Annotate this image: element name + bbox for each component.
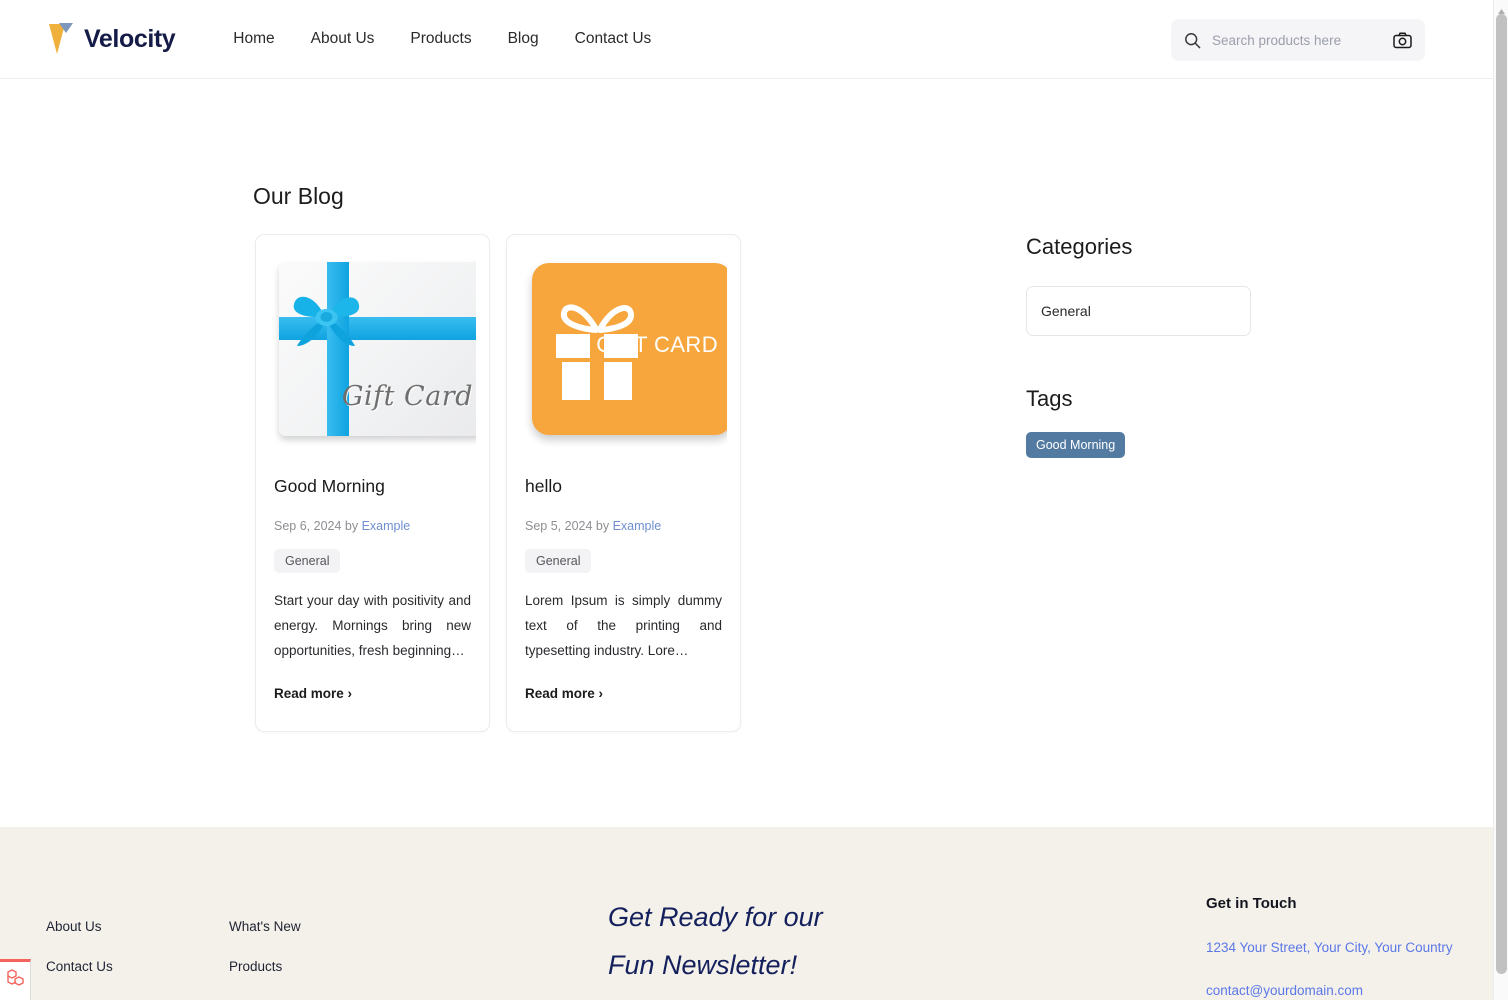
tag-item-good-morning[interactable]: Good Morning (1026, 432, 1126, 458)
post-by-label: by (344, 519, 359, 533)
category-item-general[interactable]: General (1026, 286, 1251, 336)
blog-card-list: Gift Card Good Morning Sep 6, 2024 by Ex… (255, 234, 741, 732)
page-title: Our Blog (253, 183, 344, 209)
scrollbar-thumb[interactable] (1496, 14, 1507, 974)
newsletter-title-line-two: Fun Newsletter! (608, 950, 798, 980)
gift-card-orange-image: GIFT CARD (532, 263, 727, 435)
site-footer: About Us Contact Us Services What's New … (0, 827, 1493, 1000)
post-category-badge[interactable]: General (274, 549, 341, 573)
post-excerpt: Lorem Ipsum is simply dummy text of the … (525, 593, 722, 658)
nav-item-contact-us[interactable]: Contact Us (557, 24, 670, 54)
post-meta: Sep 5, 2024 by Example (525, 519, 722, 533)
tags-heading: Tags (1026, 386, 1073, 411)
get-in-touch-heading: Get in Touch (1206, 895, 1297, 912)
post-thumbnail[interactable]: Gift Card (269, 250, 476, 458)
read-more-link[interactable]: Read more › (274, 686, 352, 701)
footer-link-products[interactable]: Products (229, 959, 301, 974)
brand-logo[interactable]: Velocity (46, 20, 176, 58)
post-body: hello Sep 5, 2024 by Example General Lor… (507, 458, 740, 731)
velocity-v-icon (46, 20, 80, 58)
footer-link-about-us[interactable]: About Us (46, 919, 113, 934)
nav-item-about-us[interactable]: About Us (293, 24, 393, 54)
newsletter-title-line-one: Get Ready for our (608, 902, 823, 932)
footer-link-whats-new[interactable]: What's New (229, 919, 301, 934)
main-content: Our Blog Gift Card Good Morning Sep 6, 2… (0, 79, 1493, 827)
contact-address-link[interactable]: 1234 Your Street, Your City, Your Countr… (1206, 940, 1453, 955)
footer-link-contact-us[interactable]: Contact Us (46, 959, 113, 974)
search-input[interactable] (1212, 32, 1393, 48)
post-author-link[interactable]: Example (613, 519, 662, 533)
laravel-icon (6, 968, 25, 994)
gift-card-label-text: GIFT CARD (596, 332, 718, 357)
get-in-touch-block: Get in Touch 1234 Your Street, Your City… (1206, 895, 1453, 1000)
categories-heading: Categories (1026, 234, 1133, 259)
post-excerpt: Start your day with positivity and energ… (274, 593, 471, 658)
search-bar (1171, 19, 1425, 61)
vertical-scrollbar[interactable] (1493, 0, 1508, 1000)
gift-card-script-text: Gift Card (341, 381, 473, 412)
bow-icon (285, 284, 371, 355)
page-viewport: Velocity Home About Us Products Blog Con… (0, 0, 1493, 1000)
footer-column-one: About Us Contact Us Services (46, 919, 113, 1000)
blog-sidebar: Categories General Tags Good Morning (1026, 234, 1251, 458)
post-by-label: by (595, 519, 610, 533)
post-meta: Sep 6, 2024 by Example (274, 519, 471, 533)
read-more-link[interactable]: Read more › (525, 686, 603, 701)
laravel-debugbar-toggle[interactable] (0, 959, 31, 1000)
brand-name: Velocity (84, 24, 176, 53)
nav-item-blog[interactable]: Blog (490, 24, 557, 54)
nav-item-products[interactable]: Products (392, 24, 489, 54)
post-body: Good Morning Sep 6, 2024 by Example Gene… (256, 458, 489, 731)
post-date: Sep 5, 2024 (525, 519, 593, 533)
footer-column-two: What's New Products Team (229, 919, 301, 1000)
scroll-up-arrow-icon[interactable] (1497, 3, 1506, 14)
camera-icon[interactable] (1393, 31, 1412, 49)
site-header: Velocity Home About Us Products Blog Con… (0, 0, 1493, 79)
search-icon[interactable] (1184, 32, 1201, 49)
newsletter-block: Get Ready for our Fun Newsletter! (608, 893, 823, 989)
main-nav: Home About Us Products Blog Contact Us (227, 24, 669, 54)
contact-email-link[interactable]: contact@yourdomain.com (1206, 983, 1453, 998)
gift-card-blue-image: Gift Card (279, 262, 476, 436)
post-category-badge[interactable]: General (525, 549, 592, 573)
post-thumbnail[interactable]: GIFT CARD (520, 250, 727, 458)
blog-card[interactable]: Gift Card Good Morning Sep 6, 2024 by Ex… (255, 234, 490, 732)
post-author-link[interactable]: Example (362, 519, 411, 533)
nav-item-home[interactable]: Home (227, 24, 292, 54)
blog-card[interactable]: GIFT CARD hello Sep 5, 2024 by Example G… (506, 234, 741, 732)
post-title[interactable]: Good Morning (274, 476, 471, 497)
browser-page: Velocity Home About Us Products Blog Con… (0, 0, 1508, 1000)
post-date: Sep 6, 2024 (274, 519, 342, 533)
post-title[interactable]: hello (525, 476, 722, 497)
